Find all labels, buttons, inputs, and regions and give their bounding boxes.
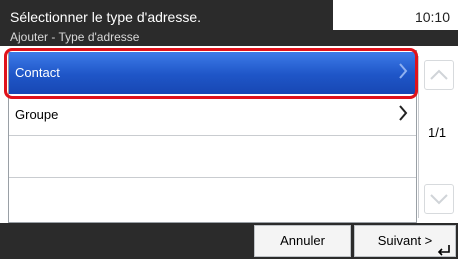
header-bar: Sélectionner le type d'adresse. 10:10 Aj…: [0, 0, 458, 46]
clock: 10:10: [414, 9, 450, 25]
scroll-down-button[interactable]: [424, 184, 454, 214]
screen-title: Sélectionner le type d'adresse.: [10, 9, 202, 25]
page-indicator: 1/1: [428, 125, 447, 140]
chevron-up-icon: [430, 69, 448, 80]
selection-highlight: [4, 48, 418, 99]
enter-icon: [437, 244, 451, 259]
chevron-down-icon: [430, 194, 448, 205]
list-item-empty: [9, 136, 416, 178]
breadcrumb: Ajouter - Type d'adresse: [10, 30, 140, 44]
list-item-empty: [9, 178, 416, 220]
scroll-up-button[interactable]: [424, 60, 454, 90]
chevron-right-icon: [398, 104, 408, 125]
cancel-button[interactable]: Annuler: [254, 225, 351, 257]
list-item-groupe[interactable]: Groupe: [9, 94, 416, 136]
footer-bar: Annuler Suivant >: [0, 223, 458, 259]
list-item-label: Groupe: [15, 107, 59, 122]
clock-area: 10:10: [333, 0, 458, 30]
